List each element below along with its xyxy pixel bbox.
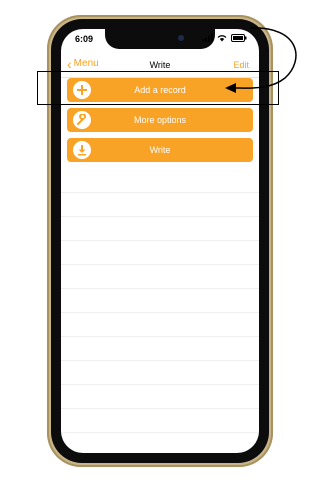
annotation-arrow-icon bbox=[225, 27, 297, 93]
